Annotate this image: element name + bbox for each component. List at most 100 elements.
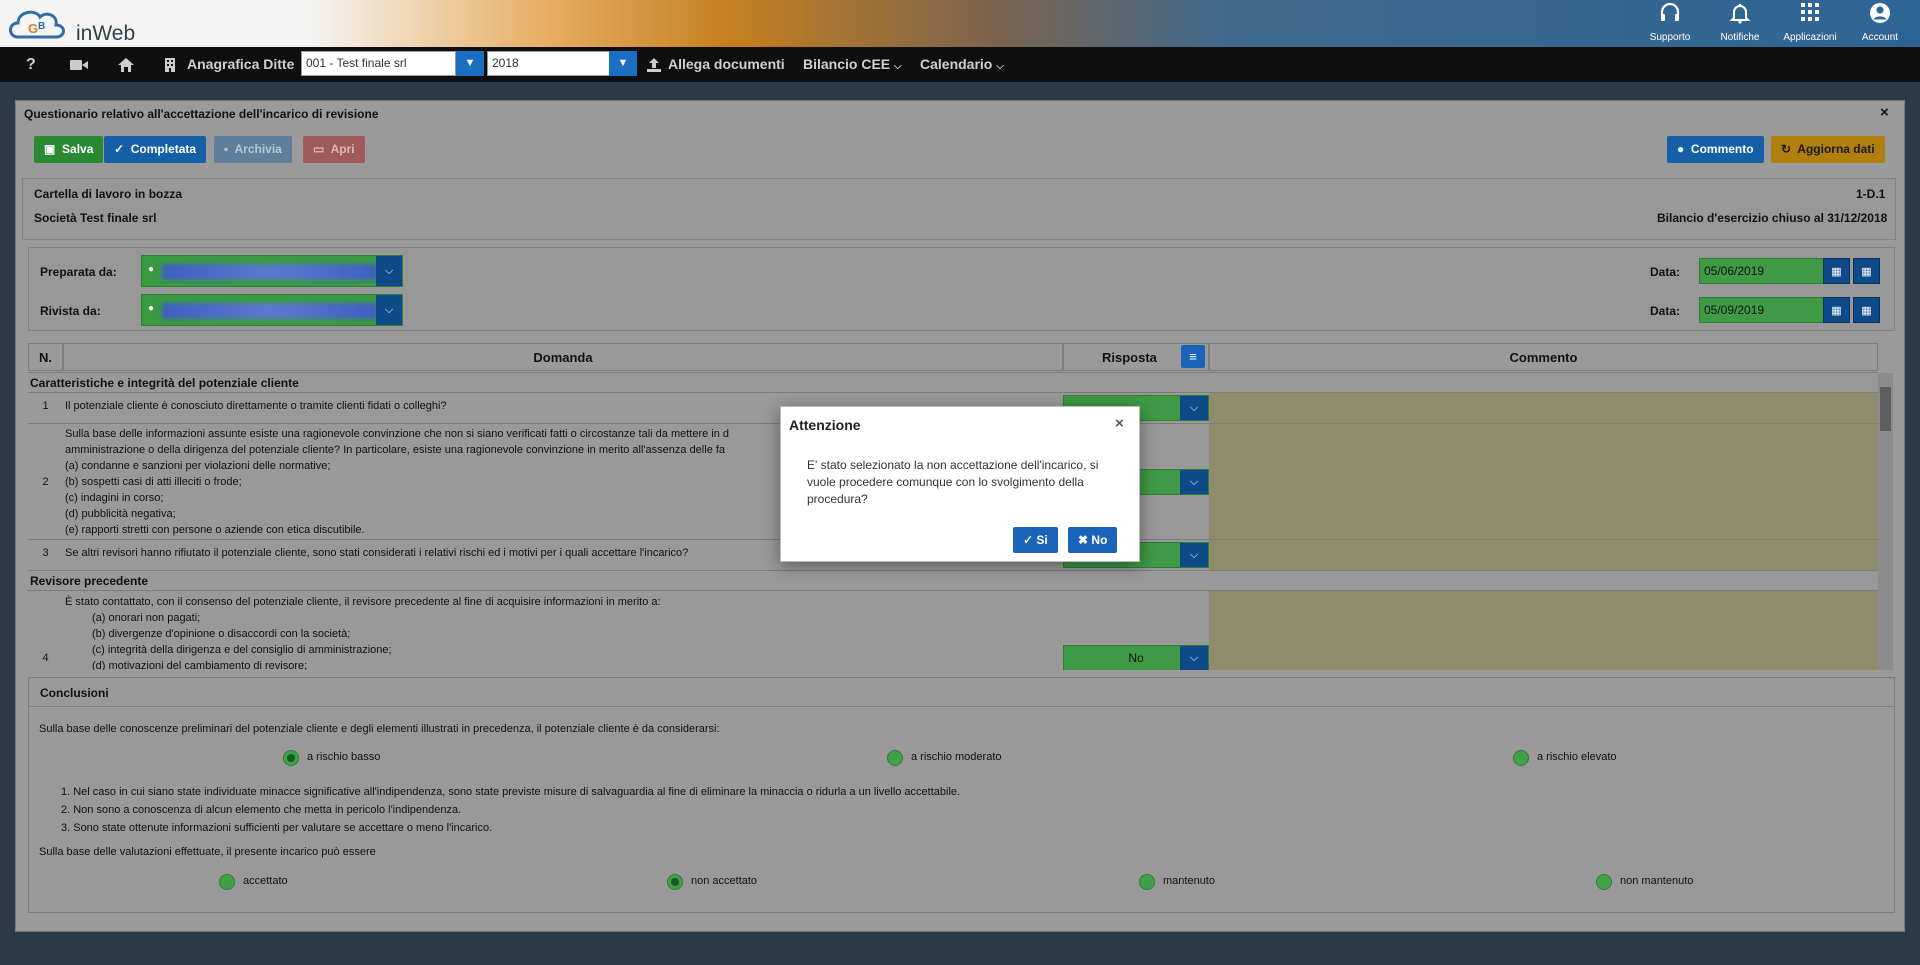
yes-label: Si <box>1036 533 1048 547</box>
close-icon[interactable]: × <box>1115 415 1124 432</box>
radio-non-accettato[interactable] <box>667 874 683 890</box>
redacted-user <box>162 303 377 319</box>
archivia-label: Archivia <box>234 142 282 156</box>
no-label: No <box>1091 533 1108 547</box>
yes-button[interactable]: ✓ Si <box>1013 527 1058 553</box>
save-label: Salva <box>62 142 94 156</box>
company-select[interactable]: 001 - Test finale srl <box>301 51 456 76</box>
question-line: (a) onorari non pagati; <box>92 612 201 624</box>
divider <box>28 706 1895 707</box>
home-icon[interactable] <box>118 47 134 82</box>
anagrafica-ditte-link[interactable]: Anagrafica Ditte <box>187 47 294 82</box>
chevron-down-icon[interactable]: ⌵ <box>1180 470 1208 494</box>
radio-label: non mantenuto <box>1620 875 1694 887</box>
rivista-user-select[interactable]: ● ⌵ <box>141 294 403 326</box>
notifications-button[interactable]: Notifiche <box>1707 2 1773 46</box>
apri-button[interactable]: ▭ Apri <box>303 136 365 163</box>
rivista-date-field[interactable]: 05/09/2019 <box>1699 297 1825 323</box>
headset-icon <box>1637 2 1703 28</box>
radio-non-mantenuto[interactable] <box>1596 874 1612 890</box>
calendar-icon[interactable]: ▦ <box>1823 258 1850 284</box>
rivista-label: Rivista da: <box>40 304 101 318</box>
apps-button[interactable]: Applicazioni <box>1777 2 1843 46</box>
company-name: Società Test finale srl <box>34 211 157 225</box>
apps-grid-icon <box>1777 2 1843 28</box>
radio-rischio-elevato[interactable] <box>1513 750 1529 766</box>
question-line: Sulla base delle informazioni assunte es… <box>65 428 730 440</box>
preparata-user-select[interactable]: ● ⌵ <box>141 255 403 287</box>
video-icon[interactable] <box>70 47 88 82</box>
chevron-down-icon[interactable]: ⌵ <box>1180 396 1208 420</box>
panel-title: Questionario relativo all'accettazione d… <box>24 107 379 121</box>
radio-rischio-moderato[interactable] <box>887 750 903 766</box>
grid-scrollbar[interactable] <box>1878 373 1893 670</box>
redacted-user <box>162 264 377 280</box>
comment-cell[interactable] <box>1209 591 1878 670</box>
radio-mantenuto[interactable] <box>1139 874 1155 890</box>
bilancio-cee-menu[interactable]: Bilancio CEE ⌵ <box>803 47 902 82</box>
radio-accettato[interactable] <box>219 874 235 890</box>
answer-select[interactable]: No ⌵ <box>1063 645 1209 670</box>
completata-button[interactable]: ✓ Completata <box>104 136 207 163</box>
building-icon <box>165 47 175 82</box>
question-line: (c) indagini in corso; <box>65 492 164 504</box>
calendar-check-icon[interactable]: ▦ <box>1853 258 1880 284</box>
note-line: 3. Sono state ottenute informazioni suff… <box>61 822 493 834</box>
row-number: 4 <box>42 652 49 664</box>
chevron-down-icon: ⌵ <box>894 61 902 72</box>
support-button[interactable]: Supporto <box>1637 2 1703 46</box>
calendar-icon[interactable]: ▦ <box>1823 297 1850 323</box>
calendario-label: Calendario <box>920 56 993 72</box>
conclusioni-intro: Sulla base delle conoscenze preliminari … <box>39 723 720 735</box>
notifications-label: Notifiche <box>1720 32 1760 43</box>
bell-icon <box>1707 2 1773 28</box>
scrollbar-thumb[interactable] <box>1880 387 1891 431</box>
chevron-down-icon[interactable]: ⌵ <box>1180 646 1208 670</box>
list-menu-icon[interactable]: ≡ <box>1181 345 1205 368</box>
chevron-down-icon[interactable]: ⌵ <box>376 256 402 286</box>
account-icon <box>1847 2 1913 28</box>
column-header-n: N. <box>28 343 63 371</box>
note-line: 1. Nel caso in cui siano state individua… <box>61 786 961 798</box>
question-line: (a) condanne e sanzioni per violazioni d… <box>65 460 331 472</box>
aggiorna-dati-button[interactable]: ↻ Aggiorna dati <box>1771 136 1885 163</box>
app-title: inWeb <box>76 22 136 45</box>
x-icon: ✖ <box>1078 533 1089 547</box>
dialog-message: E' stato selezionato la non accettazione… <box>807 458 1099 506</box>
calendar-check-icon[interactable]: ▦ <box>1853 297 1880 323</box>
comment-cell[interactable] <box>1209 540 1878 570</box>
comment-cell[interactable] <box>1209 393 1878 423</box>
no-button[interactable]: ✖ No <box>1068 527 1118 553</box>
clipboard-check-icon: ✓ <box>114 142 125 156</box>
question-text-multiline: Sulla base delle informazioni assunte es… <box>65 426 729 538</box>
chevron-down-icon[interactable]: ⌵ <box>376 295 402 325</box>
chevron-down-icon[interactable]: ⌵ <box>1180 543 1208 567</box>
section-header: Revisore precedente <box>28 570 1878 590</box>
account-label: Account <box>1861 32 1899 43</box>
archivia-button[interactable]: ▪ Archivia <box>214 136 292 163</box>
allega-documenti-link[interactable]: Allega documenti <box>668 47 785 82</box>
preparata-label: Preparata da: <box>40 265 117 279</box>
radio-rischio-basso[interactable] <box>283 750 299 766</box>
comment-cell[interactable] <box>1209 424 1878 539</box>
account-button[interactable]: Account <box>1847 2 1913 46</box>
dialog-title: Attenzione <box>789 417 861 433</box>
preparata-date-field[interactable]: 05/06/2019 <box>1699 258 1825 284</box>
help-button[interactable]: ? <box>26 47 36 82</box>
chevron-down-icon[interactable]: ▼ <box>456 51 484 76</box>
top-header: G B inWeb Supporto Notifiche Applicazion… <box>0 0 1920 47</box>
question-line: (d) motivazioni del cambiamento di revis… <box>92 660 308 670</box>
chevron-down-icon[interactable]: ▼ <box>609 51 637 76</box>
column-header-commento: Commento <box>1209 343 1878 371</box>
save-button[interactable]: ▣ Salva <box>34 136 104 163</box>
question-line: (c) integrità della dirigenza e del cons… <box>92 644 392 656</box>
year-select[interactable]: 2018 <box>487 51 610 76</box>
calendario-menu[interactable]: Calendario ⌵ <box>920 47 1004 82</box>
row-number: 1 <box>42 400 49 412</box>
question-line: amministrazione o della dirigenza del po… <box>65 444 726 456</box>
column-header-domanda: Domanda <box>63 343 1063 371</box>
commento-button[interactable]: ● Commento <box>1667 136 1764 163</box>
radio-label: a rischio elevato <box>1537 751 1617 763</box>
close-icon[interactable]: × <box>1880 104 1889 121</box>
user-icon: ● <box>148 264 155 275</box>
